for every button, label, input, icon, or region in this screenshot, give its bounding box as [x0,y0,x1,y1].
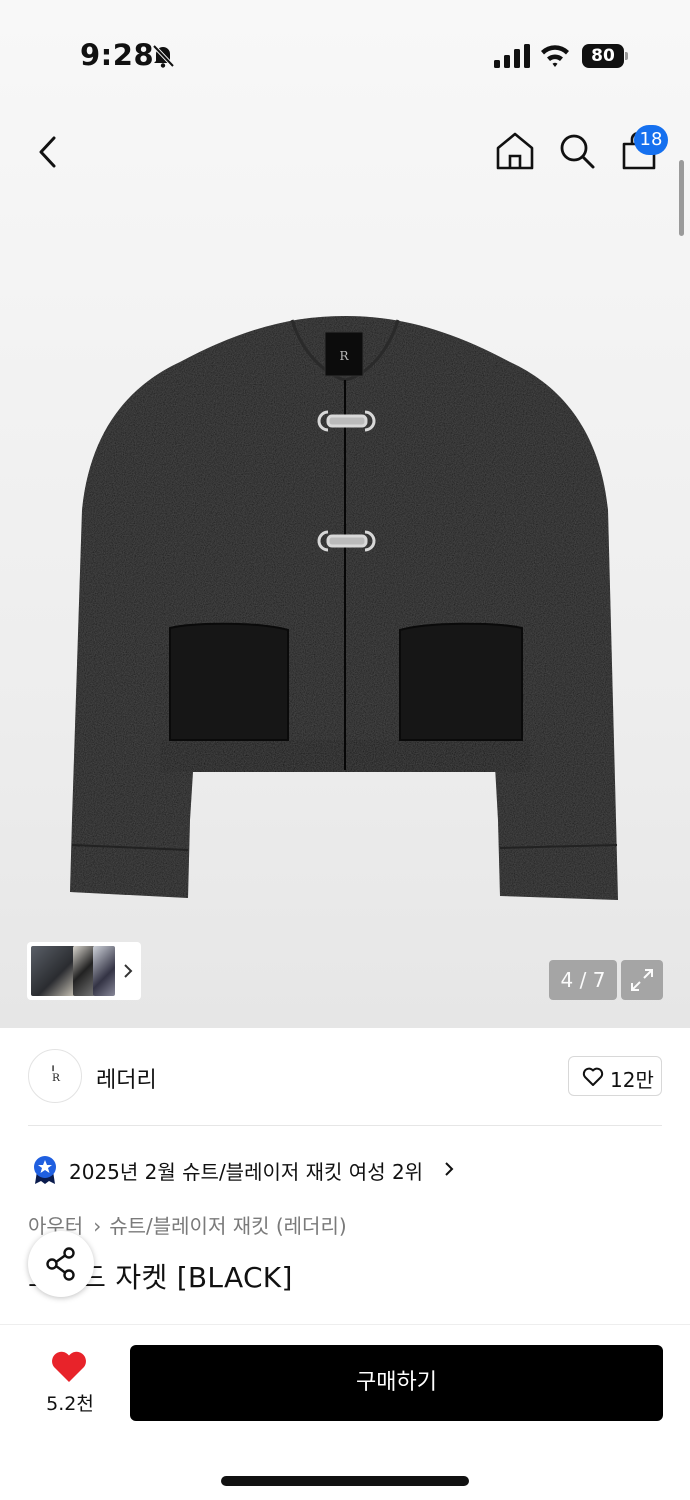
thumbnail-image[interactable] [31,946,75,996]
battery-indicator: 80 [582,44,628,68]
store-logo[interactable]: R [28,1049,82,1103]
store-like-button[interactable]: 12만 [568,1056,662,1096]
divider [28,1125,662,1126]
buy-button[interactable]: 구매하기 [130,1345,663,1421]
share-button[interactable] [28,1231,94,1297]
thumbnail-image[interactable] [73,946,95,996]
battery-level: 80 [582,44,624,68]
chevron-right-icon[interactable] [444,1161,454,1177]
share-icon [46,1247,75,1281]
bell-slash-icon [152,44,175,68]
image-counter: 4 / 7 [549,960,617,1000]
product-image[interactable]: R [60,300,630,920]
back-icon[interactable] [30,130,70,174]
breadcrumb-separator: › [93,1214,102,1238]
cart-count-badge: 18 [634,125,668,155]
thumbnail-image[interactable] [93,946,115,996]
store-name[interactable]: 레더리 [96,1062,157,1094]
wifi-icon [541,45,569,67]
wish-count: 5.2천 [46,1393,94,1415]
breadcrumb-subcategory[interactable]: 슈트/블레이저 재킷 (레더리) [109,1214,346,1238]
signal-icon [494,44,530,68]
svg-text:R: R [52,1072,61,1084]
scroll-indicator [679,160,684,236]
rank-badge-icon [34,1156,56,1184]
status-bar: 9:28 80 [0,0,690,110]
home-icon[interactable] [494,130,536,172]
home-indicator[interactable] [221,1476,469,1486]
thumbnail-strip[interactable] [27,942,141,1000]
search-icon[interactable] [556,130,598,172]
ranking-text[interactable]: 2025년 2월 슈트/블레이저 재킷 여성 2위 [69,1156,423,1185]
chevron-right-icon[interactable] [121,960,135,982]
svg-text:R: R [339,349,349,363]
store-like-count: 12만 [610,1068,654,1092]
expand-button[interactable] [621,960,663,1000]
status-time: 9:28 [80,38,155,72]
heart-filled-icon[interactable] [50,1350,88,1384]
heart-outline-icon [582,1067,604,1086]
expand-icon [631,969,653,991]
